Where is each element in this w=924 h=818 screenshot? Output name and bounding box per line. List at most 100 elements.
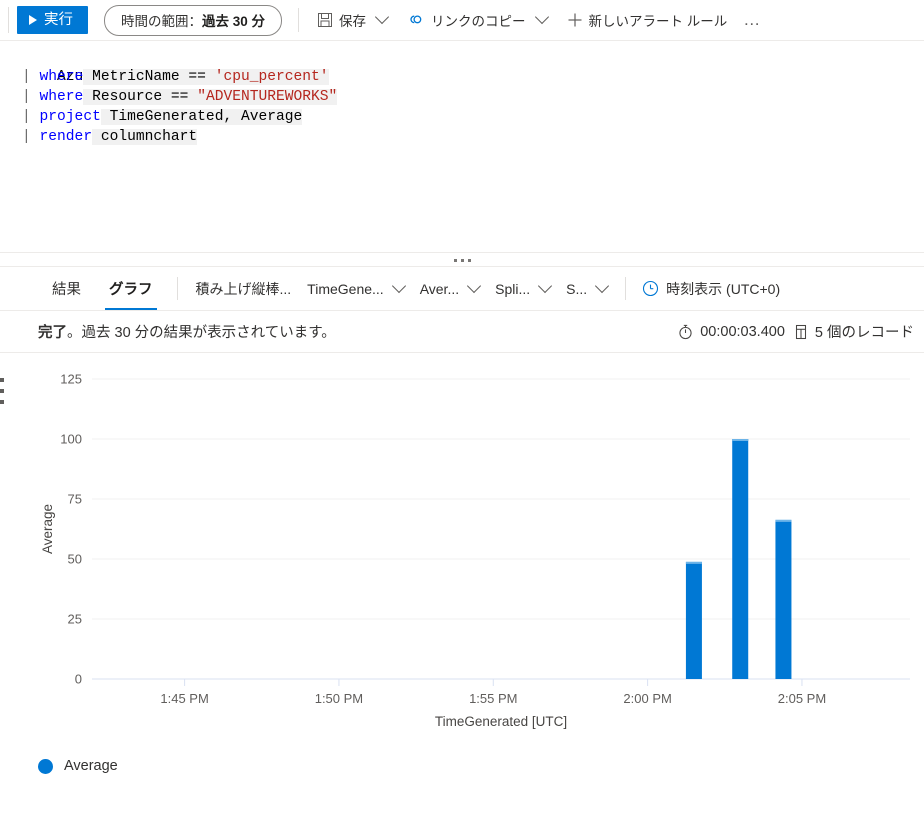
new-alert-rule-label: 新しいアラート ルール [588,14,728,29]
toolbar-divider [298,8,300,32]
link-chain-icon [410,15,422,24]
save-floppy-icon [318,13,333,27]
aggregation-selector[interactable]: S... [558,267,615,310]
code-line: AzureMetrics [0,47,924,85]
play-icon [29,15,37,25]
tabs-divider [625,277,627,300]
legend-color-swatch [38,758,53,774]
save-button[interactable]: 保存 [311,5,393,35]
x-tick-label: 2:05 PM [778,691,826,706]
y-tick-label: 100 [60,432,82,447]
results-tab-bar: 結果 グラフ 積み上げ縦棒... TimeGene... Aver... Spl… [0,267,924,311]
chevron-down-icon [374,9,390,25]
y-tick-label: 25 [68,612,82,627]
chevron-down-icon [467,278,482,293]
time-range-picker[interactable]: 時間の範囲： 過去 30 分 [104,4,283,36]
kql-query-editor[interactable]: AzureMetrics | where MetricName == 'cpu_… [0,40,924,253]
code-keyword: where [39,89,84,105]
query-duration: 00:00:03.400 [678,324,785,340]
x-tick-label: 1:55 PM [469,691,517,706]
tab-results[interactable]: 結果 [38,267,95,310]
tab-chart[interactable]: グラフ [95,267,167,310]
chart-bar[interactable] [775,519,792,679]
code-pipe: | [22,89,31,105]
code-keyword: project [39,109,101,125]
chart-type-selector[interactable]: 積み上げ縦棒... [188,267,300,310]
code-pipe: | [22,109,31,125]
code-string: "ADVENTUREWORKS" [197,89,338,105]
query-duration-value: 00:00:03.400 [700,323,785,340]
y-tick-label: 75 [68,492,82,507]
code-pipe: | [22,129,31,145]
code-keyword: render [39,129,93,145]
y-tick-label: 125 [60,372,82,387]
chart-bar[interactable] [732,439,749,679]
status-prefix: 完了 [38,325,67,341]
x-axis-label: TimeGene... [307,280,384,297]
y-tick-label: 50 [68,552,82,567]
time-range-value: 過去 30 分 [202,14,266,29]
time-display-toggle[interactable]: 時刻表示 (UTC+0) [636,267,786,310]
tabs-divider [176,277,178,300]
timer-icon [679,324,692,339]
chart-panel: 0 25 50 75 100 125 Average 1:45 PM 1:50 PM 1:55 P… [0,353,924,788]
chevron-down-icon [391,278,406,293]
code-operand: MetricName == [83,69,215,85]
chart-bar[interactable] [685,561,702,679]
code-line: | where Resource == "ADVENTUREWORKS" [0,87,924,107]
status-detail: 。過去 30 分の結果が表示されています。 [67,325,336,341]
record-count-value: 5 個のレコード [814,325,914,341]
y-axis-label: Aver... [419,280,460,297]
tab-chart-label: グラフ [109,282,153,298]
chevron-down-icon [595,278,610,293]
run-query-button[interactable]: 実行 [17,6,88,34]
code-line: | project TimeGenerated, Average [0,107,924,127]
x-tick-label: 1:50 PM [315,691,363,706]
panel-resize-handle[interactable] [0,378,4,404]
x-axis-title: TimeGenerated [UTC] [435,714,567,729]
chart-bar-cap [732,439,749,441]
editor-results-splitter[interactable] [0,253,924,267]
code-keyword: where [39,69,84,85]
code-line: | render columnchart [0,127,924,147]
x-tick-label: 2:00 PM [623,691,671,706]
status-metrics: 00:00:03.400 5 個のレコード [678,321,914,342]
code-operand: TimeGenerated, Average [100,109,303,125]
new-alert-rule-button[interactable]: 新しいアラート ルール [561,5,734,35]
time-display-label: 時刻表示 (UTC+0) [666,280,781,297]
chart-legend[interactable]: Average [38,758,118,774]
results-status-bar: 完了。過去 30 分の結果が表示されています。 00:00:03.400 5 個… [0,311,924,353]
y-axis-selector[interactable]: Aver... [412,267,487,310]
split-by-selector[interactable]: Spli... [487,267,558,310]
chevron-down-icon [538,278,553,293]
record-count: 5 個のレコード [794,321,914,342]
save-label: 保存 [339,14,367,29]
plus-icon [568,13,582,27]
toolbar-left-divider [8,7,9,33]
time-range-label: 時間の範囲： [121,14,202,29]
chart-type-label: 積み上げ縦棒... [195,280,292,297]
code-operand: columnchart [92,129,198,145]
copy-link-label: リンクのコピー [431,14,526,29]
legend-label: Average [64,758,118,774]
y-tick-label: 0 [75,672,82,687]
chart-bar-cap [685,561,702,564]
clock-icon [643,280,659,297]
status-message: 完了。過去 30 分の結果が表示されています。 [38,321,336,342]
x-axis-selector[interactable]: TimeGene... [299,267,412,310]
column-chart[interactable]: 0 25 50 75 100 125 Average 1:45 PM 1:50 PM 1:55 P… [0,353,924,743]
toolbar-overflow-button[interactable]: … [737,10,767,30]
code-string: 'cpu_percent' [214,69,329,85]
split-by-label: Spli... [495,280,531,297]
code-pipe: | [22,69,31,85]
records-icon [795,324,806,339]
code-operand: Resource == [83,89,198,105]
aggregation-label: S... [566,280,588,297]
chart-bar-cap [775,519,792,522]
tab-results-label: 結果 [52,282,81,298]
top-toolbar: 実行 時間の範囲： 過去 30 分 保存 リンクのコピー 新しいアラート ルール… [0,0,924,40]
y-axis-title: Average [40,504,55,554]
chevron-down-icon [534,9,549,25]
splitter-grip-icon [453,258,471,262]
copy-link-button[interactable]: リンクのコピー [401,5,553,35]
